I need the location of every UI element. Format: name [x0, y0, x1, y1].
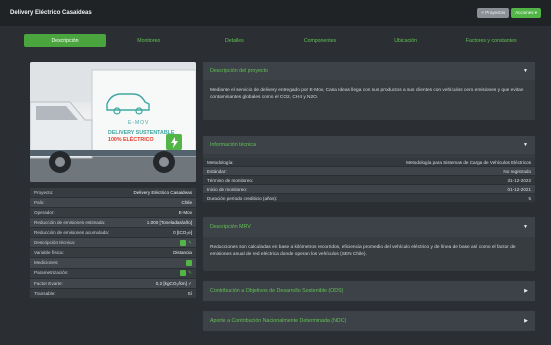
- table-row: Operador: E-Mov: [30, 208, 196, 218]
- photo-brand-text: E-MOV: [128, 120, 150, 126]
- projects-button[interactable]: < Proyectos: [477, 8, 510, 18]
- info-key: Reducción de emisiones acumulada:: [34, 229, 110, 235]
- row-key: Estándar:: [207, 168, 227, 174]
- table-row: País: Chile: [30, 198, 196, 208]
- info-value: Sí: [187, 290, 192, 296]
- photo-line2: 100% ELÉCTRICO: [108, 137, 154, 143]
- table-row: Duración período crediticio (años): 5: [203, 194, 535, 203]
- card-title: Contribución a Objetivos de Desarrollo S…: [210, 288, 344, 294]
- table-row: Parametrización: ✎: [30, 269, 196, 279]
- right-column: Descripción del proyecto ▼ Mediante el s…: [203, 62, 535, 340]
- info-key: Proyecto:: [34, 189, 54, 195]
- table-row: Reducción de emisiones acumulada: 0 [tCO₂…: [30, 228, 196, 238]
- edit-icon[interactable]: ✎: [188, 240, 192, 245]
- ndc-card-header[interactable]: Aporte a Contribución Nacionalmente Dete…: [203, 311, 535, 331]
- info-value: 1.000 [Toneladas/año]: [146, 219, 192, 225]
- technical-card-header[interactable]: Información técnica ▼: [203, 136, 535, 154]
- table-row: Mediciones:: [30, 258, 196, 269]
- table-row: Variable física: Distancia: [30, 248, 196, 259]
- table-row: Estándar: No registrado: [203, 167, 535, 176]
- card-title: Aporte a Contribución Nacionalmente Dete…: [210, 318, 347, 324]
- project-photo: E-MOV DELIVERY SUSTENTABLE 100% ELÉCTRIC…: [30, 62, 196, 182]
- table-row: Proyecto: Delivery Eléctrico Casaideas: [30, 188, 196, 198]
- chevron-right-icon[interactable]: ▶: [524, 318, 528, 324]
- card-title: Descripción MRV: [210, 224, 251, 230]
- chevron-right-icon[interactable]: ▶: [524, 288, 528, 294]
- tab-monitoreo[interactable]: Monitoreo: [106, 34, 192, 47]
- description-card: Descripción del proyecto ▼ Mediante el s…: [203, 62, 535, 120]
- info-value: [186, 260, 192, 266]
- ods-card-header[interactable]: Contribución a Objetivos de Desarrollo S…: [203, 281, 535, 301]
- info-key: Transable:: [34, 290, 56, 296]
- tab-bar: Descripción Monitoreo Detalles Component…: [24, 34, 534, 47]
- top-bar: Delivery Eléctrico Casaideas < Proyectos…: [0, 0, 551, 26]
- row-value: No registrado: [503, 168, 531, 174]
- info-value: E-Mov: [178, 209, 192, 215]
- info-value: ✎: [180, 239, 192, 246]
- info-key: Parametrización:: [34, 270, 69, 276]
- truck-illustration: [30, 62, 196, 182]
- chevron-down-icon[interactable]: ▼: [523, 142, 528, 148]
- table-row: Término de monitoreo: 31-12-2022: [203, 176, 535, 185]
- photo-line1: DELIVERY SUSTENTABLE: [108, 130, 175, 136]
- row-value: 31-12-2022: [507, 177, 532, 183]
- left-column: E-MOV DELIVERY SUSTENTABLE 100% ELÉCTRIC…: [30, 62, 196, 300]
- table-row: Reducción de emisiones estimada: 1.000 [T…: [30, 218, 196, 228]
- info-key: Reducción de emisiones estimada:: [34, 219, 106, 225]
- mrv-text: Reducciones son calculadas en base a kil…: [210, 245, 516, 257]
- table-row: Transable: Sí: [30, 289, 196, 300]
- info-value: Distancia: [173, 250, 192, 255]
- table-row: Descripción técnica: ✎: [30, 238, 196, 249]
- row-key: Metodología:: [207, 159, 234, 165]
- info-key: País:: [34, 199, 45, 205]
- row-value: 01-12-2021: [507, 186, 532, 192]
- info-key: Descripción técnica:: [34, 239, 76, 245]
- row-key: Duración período crediticio (años):: [207, 195, 278, 201]
- check-icon: [180, 270, 187, 277]
- mrv-card-header[interactable]: Descripción MRV ▼: [203, 217, 535, 237]
- tab-componentes[interactable]: Componentes: [277, 34, 363, 47]
- info-value: Chile: [181, 199, 192, 205]
- info-value: 0,2 [kgCO₂/km] ✓: [155, 280, 192, 286]
- mrv-card: Descripción MRV ▼ Reducciones son calcul…: [203, 217, 535, 271]
- info-key: Operador:: [34, 209, 55, 215]
- project-info-table: Proyecto: Delivery Eléctrico Casaideas Pa…: [30, 188, 196, 300]
- header-actions: < Proyectos Acciones ▾: [477, 8, 541, 18]
- check-icon: [180, 239, 187, 246]
- tab-factores[interactable]: Factores y constantes: [448, 34, 534, 47]
- edit-icon[interactable]: ✎: [188, 270, 192, 275]
- info-key: Variable física:: [34, 250, 64, 255]
- tab-detalles[interactable]: Detalles: [192, 34, 278, 47]
- row-key: Término de monitoreo:: [207, 177, 254, 183]
- ods-card[interactable]: Contribución a Objetivos de Desarrollo S…: [203, 281, 535, 301]
- row-key: Inicio de monitoreo:: [207, 186, 248, 192]
- check-icon: [186, 260, 192, 266]
- ndc-card[interactable]: Aporte a Contribución Nacionalmente Dete…: [203, 311, 535, 331]
- table-row: Factor Evarte: 0,2 [kgCO₂/km] ✓: [30, 279, 196, 290]
- info-key: Factor Evarte:: [34, 280, 63, 286]
- card-title: Información técnica: [210, 142, 256, 148]
- row-value: Metodología para Sistemas de Carga de Ve…: [406, 159, 531, 165]
- chevron-down-icon[interactable]: ▼: [523, 224, 528, 230]
- technical-card: Información técnica ▼ Metodología: Metodo…: [203, 136, 535, 203]
- info-value: Delivery Eléctrico Casaideas: [133, 189, 192, 195]
- tab-ubicacion[interactable]: Ubicación: [363, 34, 449, 47]
- chevron-down-icon[interactable]: ▼: [523, 68, 528, 74]
- table-row: Inicio de monitoreo: 01-12-2021: [203, 185, 535, 194]
- description-text: Mediante el servicio de delivery entrega…: [210, 88, 524, 100]
- actions-button[interactable]: Acciones ▾: [511, 8, 541, 18]
- description-card-header[interactable]: Descripción del proyecto ▼: [203, 62, 535, 80]
- table-row: Metodología: Metodología para Sistemas de…: [203, 158, 535, 167]
- card-title: Descripción del proyecto: [210, 68, 268, 74]
- page-title: Delivery Eléctrico Casaideas: [10, 10, 92, 16]
- info-key: Mediciones:: [34, 260, 59, 265]
- tab-descripcion[interactable]: Descripción: [24, 34, 106, 47]
- info-value: 0 [tCO₂e]: [173, 229, 192, 235]
- info-value: ✎: [180, 270, 192, 277]
- technical-rows: Metodología: Metodología para Sistemas de…: [203, 154, 535, 203]
- row-value: 5: [528, 195, 531, 201]
